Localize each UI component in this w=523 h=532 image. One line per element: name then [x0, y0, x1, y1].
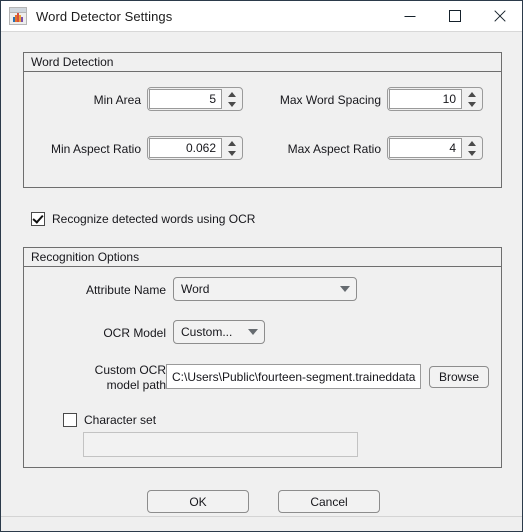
min-area-decrement-button[interactable]	[223, 99, 241, 109]
min-aspect-ratio-spinner[interactable]: 0.062	[147, 136, 243, 160]
ok-button[interactable]: OK	[147, 490, 249, 513]
max-word-spacing-decrement-button[interactable]	[463, 99, 481, 109]
dialog-bottom-strip	[1, 516, 522, 531]
close-icon[interactable]	[477, 1, 522, 31]
custom-model-path-value: C:\Users\Public\fourteen-segment.trained…	[172, 369, 416, 384]
min-area-label: Min Area	[93, 93, 141, 107]
min-area-spinner-buttons[interactable]	[223, 89, 241, 109]
character-set-input[interactable]	[83, 432, 358, 457]
custom-model-path-label-line1: Custom OCR	[94, 363, 166, 377]
recognition-options-group-title: Recognition Options	[24, 248, 501, 267]
recognize-with-ocr-checkbox[interactable]	[31, 212, 45, 226]
recognize-with-ocr-label: Recognize detected words using OCR	[52, 212, 256, 226]
attribute-name-label: Attribute Name	[85, 283, 166, 297]
minimize-icon[interactable]	[387, 1, 432, 31]
maximize-icon[interactable]	[432, 1, 477, 31]
max-word-spacing-spinner[interactable]: 10	[387, 87, 483, 111]
max-aspect-ratio-value[interactable]: 4	[389, 138, 462, 158]
window-controls	[387, 1, 522, 31]
chevron-down-icon	[468, 101, 476, 107]
chevron-down-icon	[228, 150, 236, 156]
browse-button[interactable]: Browse	[429, 366, 489, 388]
chevron-down-icon	[468, 150, 476, 156]
attribute-name-dropdown[interactable]: Word	[173, 277, 357, 301]
max-aspect-ratio-label: Max Aspect Ratio	[287, 142, 381, 156]
max-word-spacing-spinner-buttons[interactable]	[463, 89, 481, 109]
chevron-down-icon[interactable]	[242, 329, 264, 335]
chevron-up-icon	[468, 140, 476, 146]
cancel-button[interactable]: Cancel	[278, 490, 380, 513]
min-area-increment-button[interactable]	[223, 89, 241, 99]
titlebar: Word Detector Settings	[1, 1, 522, 32]
custom-model-path-input[interactable]: C:\Users\Public\fourteen-segment.trained…	[166, 364, 421, 389]
character-set-checkbox-row[interactable]: Character set	[63, 413, 156, 427]
max-word-spacing-increment-button[interactable]	[463, 89, 481, 99]
character-set-checkbox[interactable]	[63, 413, 77, 427]
character-set-label: Character set	[84, 413, 157, 427]
max-aspect-ratio-increment-button[interactable]	[463, 138, 481, 148]
ocr-model-value: Custom...	[181, 325, 233, 339]
ocr-model-label: OCR Model	[103, 326, 166, 340]
min-aspect-ratio-label: Min Aspect Ratio	[50, 142, 141, 156]
chevron-up-icon	[228, 91, 236, 97]
window-title: Word Detector Settings	[36, 8, 173, 24]
min-area-spinner[interactable]: 5	[147, 87, 243, 111]
min-aspect-ratio-decrement-button[interactable]	[223, 148, 241, 158]
matlab-icon	[9, 7, 27, 25]
chevron-up-icon	[228, 140, 236, 146]
word-detection-group: Word Detection	[23, 52, 502, 188]
min-aspect-ratio-increment-button[interactable]	[223, 138, 241, 148]
max-aspect-ratio-decrement-button[interactable]	[463, 148, 481, 158]
custom-model-path-label-line2: model path	[106, 378, 166, 392]
chevron-down-icon	[228, 101, 236, 107]
chevron-down-icon[interactable]	[334, 286, 356, 292]
min-aspect-ratio-spinner-buttons[interactable]	[223, 138, 241, 158]
max-aspect-ratio-spinner[interactable]: 4	[387, 136, 483, 160]
min-area-value[interactable]: 5	[149, 89, 222, 109]
max-word-spacing-value[interactable]: 10	[389, 89, 462, 109]
word-detection-group-title: Word Detection	[24, 53, 501, 72]
word-detector-settings-dialog: Word Detector Settings Word Detection Mi…	[0, 0, 523, 532]
min-aspect-ratio-value[interactable]: 0.062	[149, 138, 222, 158]
attribute-name-value: Word	[181, 282, 210, 296]
recognize-with-ocr-checkbox-row[interactable]: Recognize detected words using OCR	[31, 212, 255, 226]
chevron-up-icon	[468, 91, 476, 97]
ocr-model-dropdown[interactable]: Custom...	[173, 320, 265, 344]
max-word-spacing-label: Max Word Spacing	[279, 93, 381, 107]
max-aspect-ratio-spinner-buttons[interactable]	[463, 138, 481, 158]
